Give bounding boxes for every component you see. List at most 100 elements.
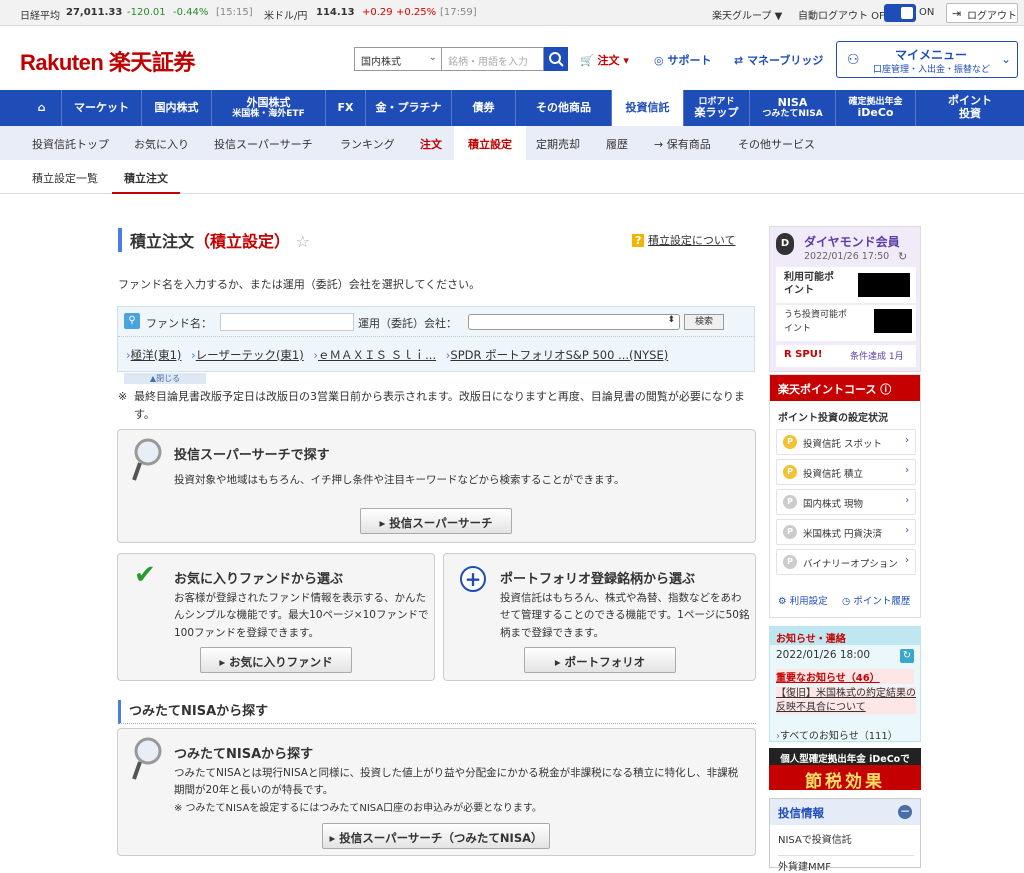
portfolio-button[interactable]: ▸ ポートフォリオ [524,647,676,673]
investable-points: うち投資可能ポイント [776,305,916,341]
chevron-right-icon: › [905,465,909,476]
point-setting-label: ポイント投資の設定状況 [778,413,888,424]
subnav-order[interactable]: 注文 [420,136,442,152]
subnav2-tsumitate-order[interactable]: 積立注文 [112,160,180,194]
point-row-trust-spot[interactable]: P 投資信託 スポット › [776,429,916,455]
nav-robo-label: 楽ラップ [694,105,739,119]
recent-fund-link[interactable]: SPDR ポートフォリオS&P 500 ...(NYSE) [450,348,668,362]
point-row-label: 国内株式 現物 [803,499,864,510]
search-category-select[interactable]: 国内株式 ⌄ [354,47,442,71]
point-row-domestic-stock[interactable]: P 国内株式 現物 › [776,489,916,515]
nav-bonds[interactable]: 債券 [452,90,516,126]
recent-fund-link[interactable]: レーザーテック(東1) [196,348,304,362]
nav-point-investment[interactable]: ポイント 投資 [916,90,1024,126]
nisa-text: つみたてNISAとは現行NISAと同様に、投資した値上がり益や分配金にかかる税金… [174,767,739,797]
collapse-button[interactable]: ▲閉じる [124,373,206,384]
help-icon[interactable]: ⓘ [880,383,891,396]
search-button[interactable] [544,47,568,71]
important-news-link[interactable]: 重要なお知らせ（46） [776,669,914,684]
nav-market[interactable]: マーケット [62,90,142,126]
info-link-mmf[interactable]: 外貨建MMF [778,855,914,873]
order-label: 注文 ▾ [597,54,629,67]
point-row-binary-option[interactable]: P バイナリーオプション › [776,549,916,575]
fund-name-input[interactable] [220,313,354,331]
subnav-ranking[interactable]: ランキング [340,136,395,152]
logout-icon: ⇥ [952,7,962,20]
star-icon[interactable]: ☆ [296,232,310,251]
ideco-banner[interactable]: 個人型確定拠出年金 iDeCoで 節税効果 [769,748,921,792]
nav-investment-trust[interactable]: 投資信託 [612,90,684,126]
subnav-regular-sale[interactable]: 定期売却 [536,136,580,152]
subnav-trust-top[interactable]: 投資信託トップ [32,136,109,152]
info-link-nisa[interactable]: NISAで投資信託 [778,831,852,846]
point-history-label: ポイント履歴 [853,596,911,607]
recent-fund-link[interactable]: 極洋(東1) [131,348,182,362]
subnav-super-search[interactable]: 投信スーパーサーチ [214,136,313,152]
rakuten-group-menu[interactable]: 楽天グループ ▼ [712,7,782,22]
home-icon[interactable]: ⌂ [22,90,62,126]
favorites-title: お気に入りファンドから選ぶ [174,572,344,587]
help-link[interactable]: ? 積立設定について [632,232,736,248]
usd-value: 114.13 [316,7,355,18]
subnav2-setting-list[interactable]: 積立設定一覧 [32,170,98,186]
subnav-tsumitate-setting[interactable]: 積立設定 [454,126,526,160]
money-bridge-link[interactable]: ⇄ マネーブリッジ [734,52,823,68]
nav-nisa[interactable]: NISA つみたてNISA [750,90,836,126]
user-icon: ⚇ [847,52,860,68]
money-bridge-label: マネーブリッジ [747,54,824,67]
logout-button[interactable]: ⇥ ログアウト [946,3,1018,23]
collapse-icon[interactable]: − [898,805,912,819]
bank-icon: ⇄ [734,54,744,67]
support-link[interactable]: ◎ サポート [654,52,711,68]
point-history-link[interactable]: ◷ ポイント履歴 [842,593,910,607]
refresh-icon[interactable]: ↻ [900,649,914,663]
investable-points-label: うち投資可能ポイント [784,310,848,334]
use-setting-link[interactable]: ⚙ 利用設定 [778,593,828,607]
order-link[interactable]: 🛒 注文 ▾ [580,52,629,68]
news-item-link[interactable]: 【復旧】米国株式の約定結果の反映不具合について [776,687,916,714]
logout-label: ログアウト [967,11,1017,22]
chevron-right-icon: › [905,525,909,536]
nav-robo-advisor[interactable]: ロボアド 楽ラップ [684,90,750,126]
nav-ideco-label: iDeCo [857,105,894,119]
nav-foreign-stocks[interactable]: 外国株式 米国株・海外ETF [212,90,326,126]
nav-nisa-sub: つみたてNISA [762,109,823,120]
prospectus-note-text: 最終目論見書改版予定日は改版日の3営業日前から表示されます。改版日になりますと再… [134,390,745,421]
rakuten-logo[interactable]: Rakuten 楽天証券 [20,45,195,77]
nav-ideco[interactable]: 確定拠出年金 iDeCo [836,90,916,126]
search-input[interactable]: 銘柄・用語を入力 [442,47,544,71]
news-date: 2022/01/26 18:00 [776,649,871,661]
nav-fx[interactable]: FX [326,90,366,126]
recent-fund-link[interactable]: ｅＭＡＸＩＳ Ｓｌｉ... [318,348,436,362]
favorites-button[interactable]: ▸ お気に入りファンド [200,647,352,673]
nav-foreign-stocks-sub: 米国株・海外ETF [232,109,305,120]
spu-status[interactable]: R SPU! 条件達成 1月 [776,345,916,367]
ideco-banner-main: 節税効果 [805,772,885,792]
magnifier-icon [132,438,162,481]
refresh-icon[interactable]: ↻ [898,250,907,263]
usd-time: [17:59] [440,7,477,18]
nav-domestic-stocks[interactable]: 国内株式 [142,90,212,126]
company-select[interactable]: ⬍ [468,314,680,330]
page-title-highlight: （積立設定） [194,232,291,251]
select-arrows-icon: ⬍ [667,315,675,325]
fund-search-row: ⚲ ファンド名： 運用（委託）会社： ⬍ 検索 [118,307,754,337]
page-description: ファンド名を入力するか、または運用（委託）会社を選択してください。 [118,278,481,291]
subnav-history[interactable]: 履歴 [606,136,628,152]
autologout-toggle[interactable] [884,4,916,22]
my-menu-button[interactable]: ⚇ マイメニュー 口座管理・入出金・振替など ⌄ [836,41,1018,78]
point-row-trust-tsumitate[interactable]: P 投資信託 積立 › [776,459,916,485]
nav-gold-platinum[interactable]: 金・プラチナ [366,90,452,126]
nav-other-products[interactable]: その他商品 [516,90,612,126]
nisa-title: つみたてNISAから探す [174,747,314,762]
all-news-link[interactable]: ›すべてのお知らせ（111） [776,727,898,742]
subnav-other-services[interactable]: その他サービス [738,136,815,152]
checkmark-icon: ✔ [134,560,156,590]
subnav-favorites[interactable]: お気に入り [134,136,189,152]
nisa-search-button[interactable]: ▸ 投信スーパーサーチ（つみたてNISA） [322,823,550,849]
super-search-button[interactable]: ▸ 投信スーパーサーチ [360,508,512,534]
subnav-holdings[interactable]: → 保有商品 [654,136,711,152]
membership-date: 2022/01/26 17:50 [804,251,890,262]
search-submit-button[interactable]: 検索 [684,314,724,330]
point-row-us-stock[interactable]: P 米国株式 円貨決済 › [776,519,916,545]
